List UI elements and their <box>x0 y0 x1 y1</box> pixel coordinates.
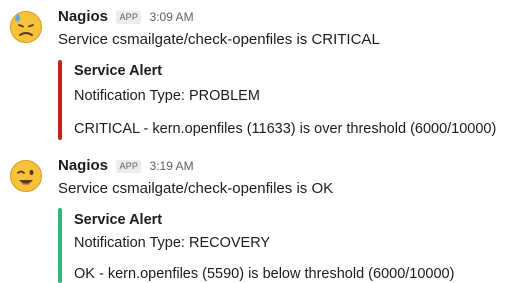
sender-name[interactable]: Nagios <box>58 8 108 25</box>
app-badge: APP <box>116 11 142 24</box>
attachment-detail: CRITICAL - kern.openfiles (11633) is ove… <box>74 121 497 137</box>
attachment-color-bar <box>58 208 62 283</box>
message-timestamp[interactable]: 3:09 AM <box>150 10 194 24</box>
message-critical: Nagios APP 3:09 AM Service csmailgate/ch… <box>0 0 530 145</box>
message-ok: Nagios APP 3:19 AM Service csmailgate/ch… <box>0 150 530 283</box>
message-header: Nagios APP 3:19 AM <box>58 157 194 175</box>
attachment-color-bar <box>58 60 62 140</box>
alert-attachment: Service Alert Notification Type: PROBLEM… <box>58 60 528 140</box>
attachment-notification-type: Notification Type: PROBLEM <box>74 88 260 104</box>
message-timestamp[interactable]: 3:19 AM <box>150 159 194 173</box>
message-feed: Nagios APP 3:09 AM Service csmailgate/ch… <box>0 0 530 283</box>
message-text: Service csmailgate/check-openfiles is CR… <box>58 31 380 48</box>
attachment-notification-type: Notification Type: RECOVERY <box>74 235 271 251</box>
wink-emoji-icon[interactable] <box>8 158 44 194</box>
message-header: Nagios APP 3:09 AM <box>58 8 194 26</box>
message-text: Service csmailgate/check-openfiles is OK <box>58 180 334 197</box>
app-badge: APP <box>116 160 142 173</box>
alert-attachment: Service Alert Notification Type: RECOVER… <box>58 208 528 283</box>
attachment-title: Service Alert <box>74 212 163 228</box>
sad-sweat-emoji-icon[interactable] <box>8 8 44 44</box>
sender-name[interactable]: Nagios <box>58 157 108 174</box>
attachment-title: Service Alert <box>74 63 163 79</box>
attachment-detail: OK - kern.openfiles (5590) is below thre… <box>74 266 455 282</box>
